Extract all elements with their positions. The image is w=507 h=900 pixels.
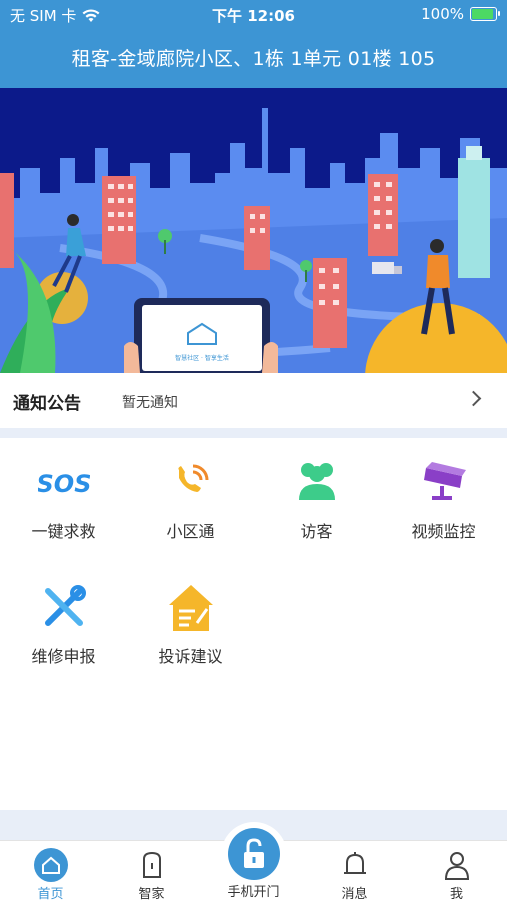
svg-text:SOS: SOS [38, 470, 90, 498]
service-community[interactable]: 小区通 [127, 438, 254, 548]
service-repair[interactable]: 维修申报 [0, 563, 127, 673]
notice-title: 通知公告 [13, 394, 81, 414]
tab-label: 首页 [37, 887, 64, 900]
tab-label: 我 [449, 887, 463, 900]
chevron-right-icon [465, 390, 482, 407]
notice-bar[interactable]: 通知公告 暂无通知 [0, 373, 507, 428]
service-video[interactable]: 视频监控 [380, 438, 507, 548]
notice-text: 暂无通知 [122, 395, 178, 411]
tablet-illustration: 智慧社区 · 智享生活 [124, 298, 278, 373]
service-complaint[interactable]: 投诉建议 [127, 563, 254, 673]
tab-unlock[interactable] [228, 828, 280, 880]
smart-home-icon [143, 851, 161, 878]
user-icon [444, 852, 470, 880]
lock-icon [244, 838, 264, 868]
battery-icon [470, 7, 500, 21]
home-icon [34, 848, 68, 882]
battery-status: 100% [421, 5, 500, 23]
service-visitors[interactable]: 访客 [253, 438, 380, 548]
bell-icon [344, 852, 366, 874]
service-sos[interactable]: SOS 一键求救 [0, 438, 127, 548]
service-label: 维修申报 [31, 647, 96, 666]
community-address[interactable]: 租客-金域廊院小区、1栋 1单元 01楼 105 [0, 44, 507, 71]
tab-label: 消息 [341, 887, 368, 900]
visitors-icon [299, 463, 335, 500]
tab-smart-home[interactable]: 智家 [101, 841, 202, 900]
status-bar: 无 SIM 卡 下午 12:06 100% [0, 0, 507, 30]
services-grid: SOS 一键求救 小区通 访客 视频监控 维修申报 投诉建议 [0, 438, 507, 810]
service-label: 投诉建议 [158, 647, 223, 666]
tab-label: 手机开门 [227, 885, 280, 900]
service-label: 一键求救 [31, 522, 96, 541]
app-header: 无 SIM 卡 下午 12:06 100% 租客-金域廊院小区、1栋 1单元 0… [0, 0, 507, 88]
tab-messages[interactable]: 消息 [304, 841, 405, 900]
service-label: 访客 [300, 522, 333, 541]
city-illustration: 智慧社区 · 智享生活 [0, 88, 507, 373]
camera-icon [424, 462, 466, 500]
tools-icon [45, 585, 86, 626]
battery-percent: 100% [421, 5, 464, 23]
tab-profile[interactable]: 我 [406, 841, 507, 900]
tab-home[interactable]: 首页 [0, 841, 101, 900]
service-label: 小区通 [166, 522, 215, 541]
tablet-caption: 智慧社区 · 智享生活 [175, 354, 229, 362]
section-divider [0, 428, 507, 438]
tab-label: 智家 [138, 887, 165, 900]
promo-banner[interactable]: 智慧社区 · 智享生活 [0, 88, 507, 373]
complaint-icon [169, 585, 213, 631]
sos-icon: SOS [38, 470, 90, 498]
phone-icon [178, 464, 209, 492]
service-label: 视频监控 [411, 522, 476, 541]
